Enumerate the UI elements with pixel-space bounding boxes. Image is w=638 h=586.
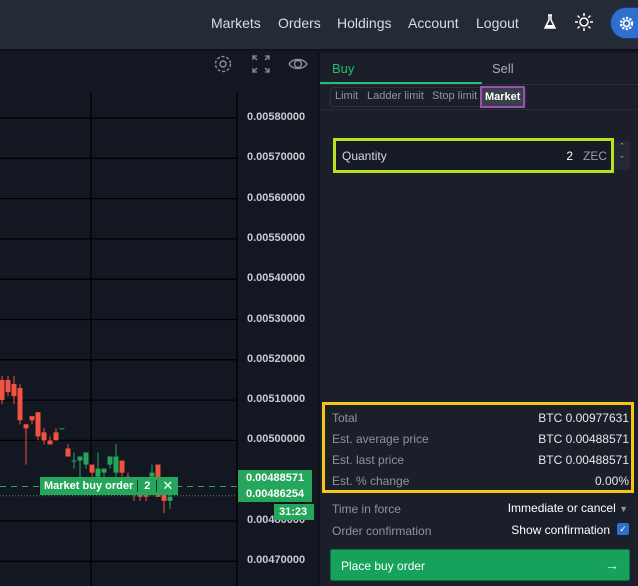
y-tick-label: 0.00570000 [247, 151, 306, 164]
chevron-down-icon: ▼ [619, 504, 628, 514]
summary-value: 0.00% [595, 474, 629, 488]
order-summary: Total BTC 0.00977631 Est. average price BTC… [322, 402, 634, 493]
candle-body [101, 468, 107, 473]
summary-value: BTC 0.00488571 [538, 432, 629, 446]
arrow-right-icon: → [605, 557, 619, 573]
candle-body [0, 379, 5, 401]
divider [320, 109, 638, 110]
top-nav-bar: Markets Orders Holdings Account Logout [0, 0, 638, 51]
nav-logout[interactable]: Logout [476, 15, 519, 31]
order-price-tag: 0.00488571 [238, 470, 312, 486]
candle-countdown: 31:23 [274, 504, 314, 520]
candle-body [17, 388, 23, 421]
nav-holdings[interactable]: Holdings [337, 15, 391, 31]
flask-icon[interactable] [543, 14, 557, 30]
y-tick-label: 0.00520000 [247, 352, 306, 365]
order-type-limit[interactable]: Limit [335, 90, 358, 102]
place-buy-order-button[interactable]: Place buy order → [330, 549, 630, 581]
quantity-label: Quantity [342, 149, 387, 163]
summary-amount: 0.00977631 [565, 411, 629, 425]
nav-orders[interactable]: Orders [278, 15, 321, 31]
sun-icon[interactable] [575, 13, 593, 31]
tab-divider [320, 84, 638, 85]
increment-icon[interactable]: ˆ [614, 141, 630, 154]
candle-body [5, 379, 11, 393]
summary-amount: 0.00488571 [565, 432, 629, 446]
y-tick-label: 0.00530000 [247, 312, 306, 325]
candle-body [83, 452, 89, 465]
summary-currency: BTC [538, 432, 563, 446]
candle-body [95, 468, 101, 477]
quantity-field[interactable]: Quantity 2 ZEC [333, 138, 614, 173]
y-tick-label: 0.00580000 [247, 111, 306, 123]
time-in-force-select[interactable]: Immediate or cancel ▼ [508, 501, 628, 515]
candle-body [89, 464, 95, 473]
summary-value: BTC 0.00488571 [538, 453, 629, 467]
quantity-value[interactable]: 2 [566, 149, 573, 163]
settings-button[interactable] [610, 7, 638, 39]
summary-amount: 0.00488571 [565, 453, 629, 467]
quantity-unit: ZEC [583, 149, 607, 163]
order-panel: Buy Sell Limit Ladder limit Stop limit M… [318, 53, 638, 586]
candle-body [53, 432, 59, 441]
candle-body [41, 432, 47, 441]
y-tick-label: 0.00500000 [247, 433, 306, 446]
candle-body [59, 428, 65, 430]
tab-sell[interactable]: Sell [492, 61, 514, 76]
candle-body [11, 383, 17, 397]
candle-body [71, 460, 77, 462]
candle-body [167, 496, 173, 501]
y-tick-label: 0.00470000 [247, 554, 306, 567]
decrement-icon[interactable]: ˇ [614, 154, 630, 167]
candle-body [107, 456, 113, 465]
nav-account[interactable]: Account [408, 15, 459, 31]
cancel-order-icon[interactable]: ✕ [157, 478, 178, 494]
order-type-stop-limit[interactable]: Stop limit [432, 90, 477, 102]
candle-body [119, 460, 125, 473]
summary-label: Total [332, 411, 358, 425]
order-type-market[interactable]: Market [480, 86, 526, 108]
candle-body [47, 440, 53, 445]
summary-value: BTC 0.00977631 [538, 411, 629, 425]
time-in-force-label: Time in force [332, 502, 401, 516]
order-line-quantity: 2 [137, 480, 158, 492]
summary-amount: 0.00% [594, 474, 629, 488]
candle-body [35, 412, 41, 437]
candle-body [29, 416, 35, 421]
y-tick-label: 0.00560000 [247, 191, 306, 204]
eye-icon[interactable] [287, 53, 309, 75]
nav-markets[interactable]: Markets [211, 15, 261, 31]
order-confirmation-label: Order confirmation [332, 524, 432, 538]
price-chart[interactable]: 0.00580000 0.00570000 0.00560000 0.00550000… [0, 53, 318, 586]
order-type-ladder-limit[interactable]: Ladder limit [367, 90, 424, 102]
candle-body [113, 456, 119, 473]
y-tick-label: 0.00540000 [247, 272, 306, 285]
summary-currency: BTC [538, 411, 563, 425]
gear-icon[interactable] [212, 53, 234, 75]
order-line-tag[interactable]: Market buy order 2 ✕ [40, 477, 179, 495]
summary-label: Est. average price [332, 432, 429, 446]
summary-label: Est. % change [332, 474, 410, 488]
candle-body [23, 424, 29, 429]
show-confirmation-label: Show confirmation [511, 523, 610, 537]
y-tick-label: 0.00510000 [247, 393, 306, 406]
time-in-force-value: Immediate or cancel [507, 501, 616, 515]
show-confirmation-checkbox[interactable]: ✓ [617, 523, 629, 535]
place-buy-order-label: Place buy order [341, 559, 426, 573]
tab-buy[interactable]: Buy [332, 61, 354, 76]
y-tick-label: 0.00550000 [247, 231, 306, 244]
candle-body [65, 448, 71, 457]
fullscreen-icon[interactable] [250, 53, 272, 75]
quantity-stepper[interactable]: ˆˇ [614, 141, 630, 170]
order-line-label: Market buy order [44, 480, 134, 492]
summary-label: Est. last price [332, 453, 405, 467]
settings-gear-icon [619, 16, 634, 31]
last-price-tag: 0.00486254 [238, 486, 312, 502]
summary-currency: BTC [538, 453, 563, 467]
candle-body [77, 456, 83, 461]
